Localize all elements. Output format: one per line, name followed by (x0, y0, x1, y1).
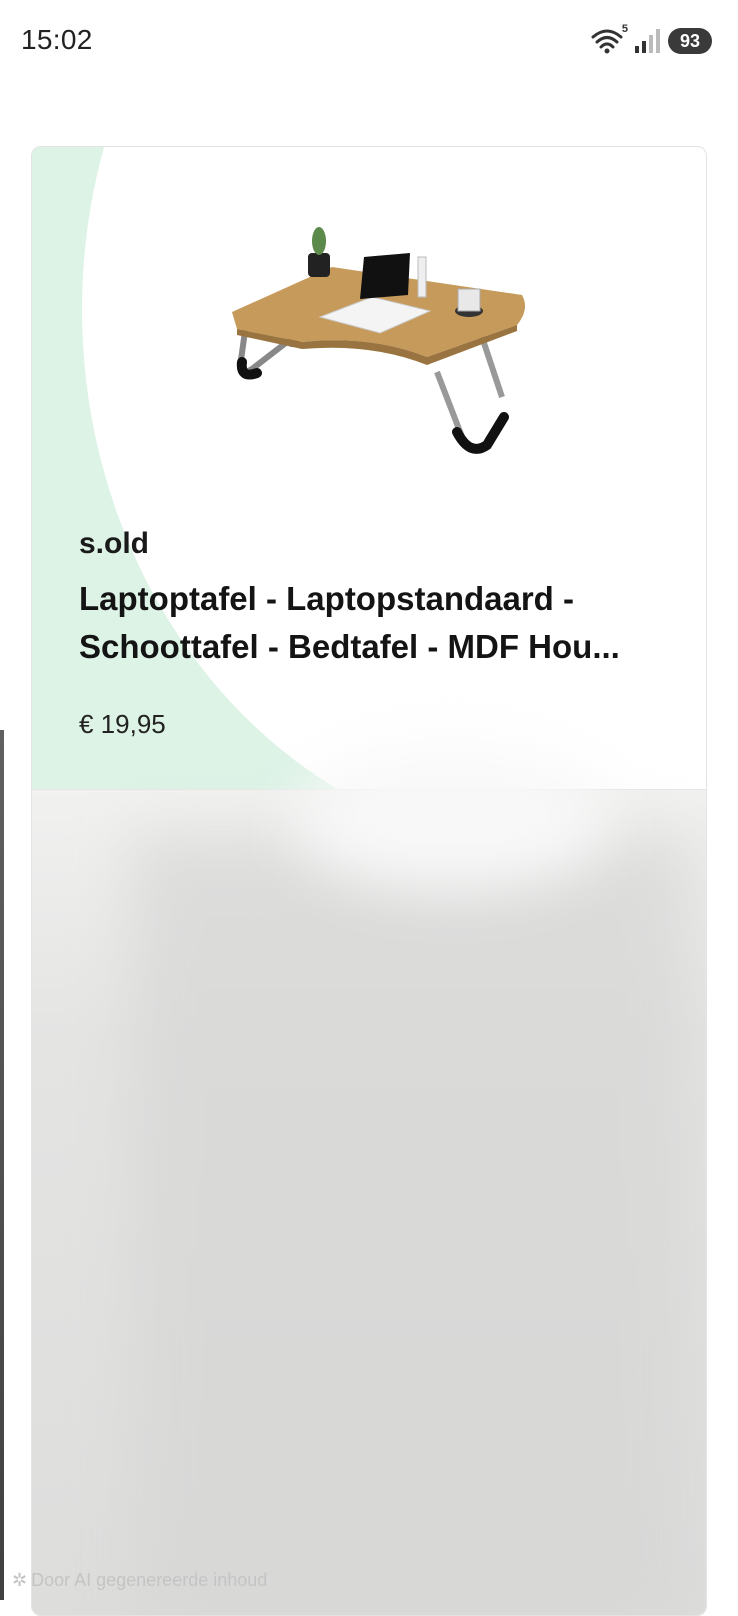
ai-generated-label: ✲ Door AI gegenereerde inhoud (12, 1570, 267, 1591)
signal-icon (634, 28, 660, 54)
sparkle-icon: ✲ (12, 1570, 28, 1590)
product-price: € 19,95 (79, 709, 166, 739)
status-icons: 5 93 (590, 23, 712, 56)
ai-label-text: Door AI gegenereerde inhoud (31, 1570, 268, 1590)
wifi-badge: 5 (621, 23, 628, 35)
seller-name: s.old (79, 527, 150, 560)
product-card-header: s.old Laptoptafel - Laptopstandaard - Sc… (32, 147, 706, 789)
blurred-glow (292, 750, 612, 890)
laptop-table-image (212, 217, 542, 477)
product-title[interactable]: Laptoptafel - Laptopstandaard - Schootta… (79, 575, 679, 671)
product-card[interactable]: s.old Laptoptafel - Laptopstandaard - Sc… (31, 146, 707, 1616)
status-time: 15:02 (21, 24, 93, 55)
battery-icon: 93 (668, 28, 712, 54)
wifi-icon: 5 (590, 23, 628, 55)
blurred-shape (132, 835, 692, 1615)
status-bar: 15:02 5 93 (0, 0, 738, 84)
screen-edge-shadow (0, 730, 4, 1600)
blurred-content-area (32, 750, 706, 1615)
